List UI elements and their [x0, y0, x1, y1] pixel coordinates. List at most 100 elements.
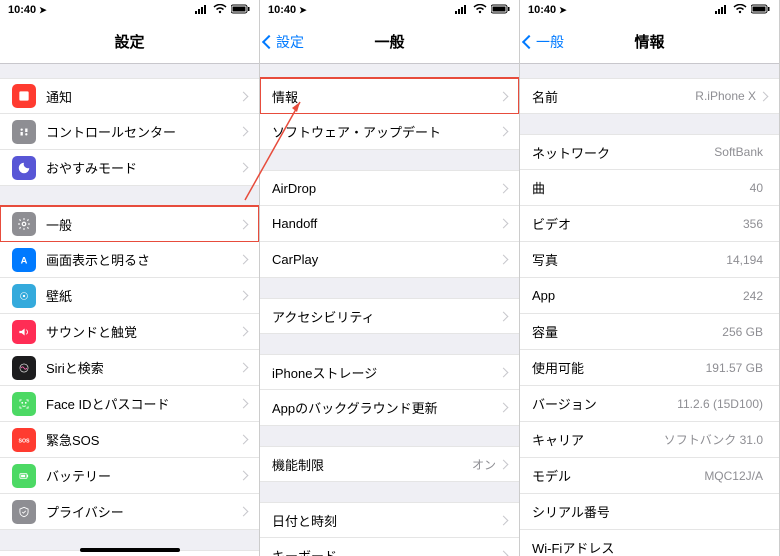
chevron-right-icon [239, 291, 249, 301]
settings-row[interactable]: 壁紙 [0, 278, 259, 314]
settings-row[interactable]: シリアル番号 [520, 494, 779, 530]
settings-group: AirDropHandoffCarPlay [260, 170, 519, 278]
chevron-right-icon [239, 471, 249, 481]
row-label: App [532, 288, 743, 303]
location-icon: ➤ [299, 5, 307, 16]
chevron-left-icon [262, 34, 276, 48]
settings-row[interactable]: バッテリー [0, 458, 259, 494]
settings-row[interactable]: 名前R.iPhone X [520, 78, 779, 114]
settings-row[interactable]: 日付と時刻 [260, 502, 519, 538]
settings-row[interactable]: Siriと検索 [0, 350, 259, 386]
settings-row[interactable]: モデルMQC12J/A [520, 458, 779, 494]
settings-row[interactable]: おやすみモード [0, 150, 259, 186]
chevron-right-icon [239, 399, 249, 409]
row-value: R.iPhone X [695, 89, 756, 103]
row-label: キーボード [272, 546, 500, 556]
settings-row[interactable]: SOS 緊急SOS [0, 422, 259, 458]
settings-group: iPhoneストレージAppのバックグラウンド更新 [260, 354, 519, 426]
content-scroll[interactable]: 通知コントロールセンターおやすみモード一般A画面表示と明るさ壁紙サウンドと触覚S… [0, 64, 259, 556]
privacy-icon [12, 500, 36, 524]
settings-row[interactable]: App242 [520, 278, 779, 314]
chevron-right-icon [499, 459, 509, 469]
row-value: 40 [750, 181, 763, 195]
row-label: シリアル番号 [532, 502, 763, 521]
row-label: 機能制限 [272, 455, 472, 474]
back-button[interactable]: 一般 [520, 32, 564, 52]
settings-row[interactable]: バージョン11.2.6 (15D100) [520, 386, 779, 422]
settings-row[interactable]: ネットワークSoftBank [520, 134, 779, 170]
sound-icon [12, 320, 36, 344]
chevron-right-icon [239, 127, 249, 137]
settings-group: アクセシビリティ [260, 298, 519, 334]
back-button[interactable]: 設定 [260, 32, 304, 52]
settings-row[interactable]: 情報 [260, 78, 519, 114]
about-pane: 10:40 ➤ 一般情報名前R.iPhone XネットワークSoftBank曲4… [520, 0, 780, 556]
battery-icon [491, 4, 511, 17]
nav-bar: 設定一般 [260, 20, 519, 64]
row-value: 242 [743, 289, 763, 303]
settings-row[interactable]: ビデオ356 [520, 206, 779, 242]
settings-row[interactable]: キーボード [260, 538, 519, 556]
content-scroll[interactable]: 名前R.iPhone XネットワークSoftBank曲40ビデオ356写真14,… [520, 64, 779, 556]
settings-row[interactable]: 使用可能191.57 GB [520, 350, 779, 386]
chevron-right-icon [499, 515, 509, 525]
back-label: 設定 [276, 32, 304, 52]
status-time: 10:40 [528, 4, 556, 16]
svg-text:A: A [21, 255, 28, 265]
settings-row[interactable]: 通知 [0, 78, 259, 114]
settings-row[interactable]: アクセシビリティ [260, 298, 519, 334]
settings-row[interactable]: 一般 [0, 206, 259, 242]
chevron-right-icon [239, 507, 249, 517]
settings-row[interactable]: 曲40 [520, 170, 779, 206]
row-label: おやすみモード [46, 158, 240, 177]
signal-icon [455, 4, 469, 17]
settings-row[interactable]: キャリアソフトバンク 31.0 [520, 422, 779, 458]
gear-icon [12, 212, 36, 236]
settings-row[interactable]: A画面表示と明るさ [0, 242, 259, 278]
row-label: バッテリー [46, 466, 240, 485]
row-value: 11.2.6 (15D100) [677, 397, 763, 411]
status-bar: 10:40 ➤ [0, 0, 259, 20]
row-label: 緊急SOS [46, 430, 240, 449]
moon-icon [12, 156, 36, 180]
content-scroll[interactable]: 情報ソフトウェア・アップデート AirDropHandoffCarPlay アクセシ… [260, 64, 519, 556]
sos-icon: SOS [12, 428, 36, 452]
row-value: 356 [743, 217, 763, 231]
settings-row[interactable]: プライバシー [0, 494, 259, 530]
settings-row[interactable]: CarPlay [260, 242, 519, 278]
back-label: 一般 [536, 32, 564, 52]
settings-row[interactable]: AirDrop [260, 170, 519, 206]
control-icon [12, 120, 36, 144]
status-bar: 10:40 ➤ [520, 0, 779, 20]
row-value: 14,194 [726, 253, 763, 267]
settings-row[interactable]: Appのバックグラウンド更新 [260, 390, 519, 426]
siri-icon [12, 356, 36, 380]
chevron-right-icon [239, 435, 249, 445]
settings-row[interactable]: コントロールセンター [0, 114, 259, 150]
row-value: MQC12J/A [704, 469, 763, 483]
settings-row[interactable]: 容量256 GB [520, 314, 779, 350]
row-label: Wi-Fiアドレス [532, 538, 763, 556]
signal-icon [195, 4, 209, 17]
settings-row[interactable]: ソフトウェア・アップデート [260, 114, 519, 150]
row-label: バージョン [532, 394, 677, 413]
settings-group: 名前R.iPhone X [520, 78, 779, 114]
settings-row[interactable]: サウンドと触覚 [0, 314, 259, 350]
location-icon: ➤ [39, 5, 47, 16]
settings-group: 一般A画面表示と明るさ壁紙サウンドと触覚Siriと検索Face IDとパスコード… [0, 206, 259, 530]
settings-row[interactable]: Wi-Fiアドレス [520, 530, 779, 556]
settings-row[interactable]: Handoff [260, 206, 519, 242]
row-label: アクセシビリティ [272, 307, 500, 326]
location-icon: ➤ [559, 5, 567, 16]
settings-group: 情報ソフトウェア・アップデート [260, 78, 519, 150]
battery-icon [12, 464, 36, 488]
settings-row[interactable]: iPhoneストレージ [260, 354, 519, 390]
settings-row[interactable]: Face IDとパスコード [0, 386, 259, 422]
row-label: プライバシー [46, 502, 240, 521]
wifi-icon [473, 4, 487, 17]
chevron-right-icon [239, 255, 249, 265]
chevron-right-icon [239, 91, 249, 101]
settings-row[interactable]: 機能制限オン [260, 446, 519, 482]
row-label: 写真 [532, 250, 726, 269]
settings-row[interactable]: 写真14,194 [520, 242, 779, 278]
